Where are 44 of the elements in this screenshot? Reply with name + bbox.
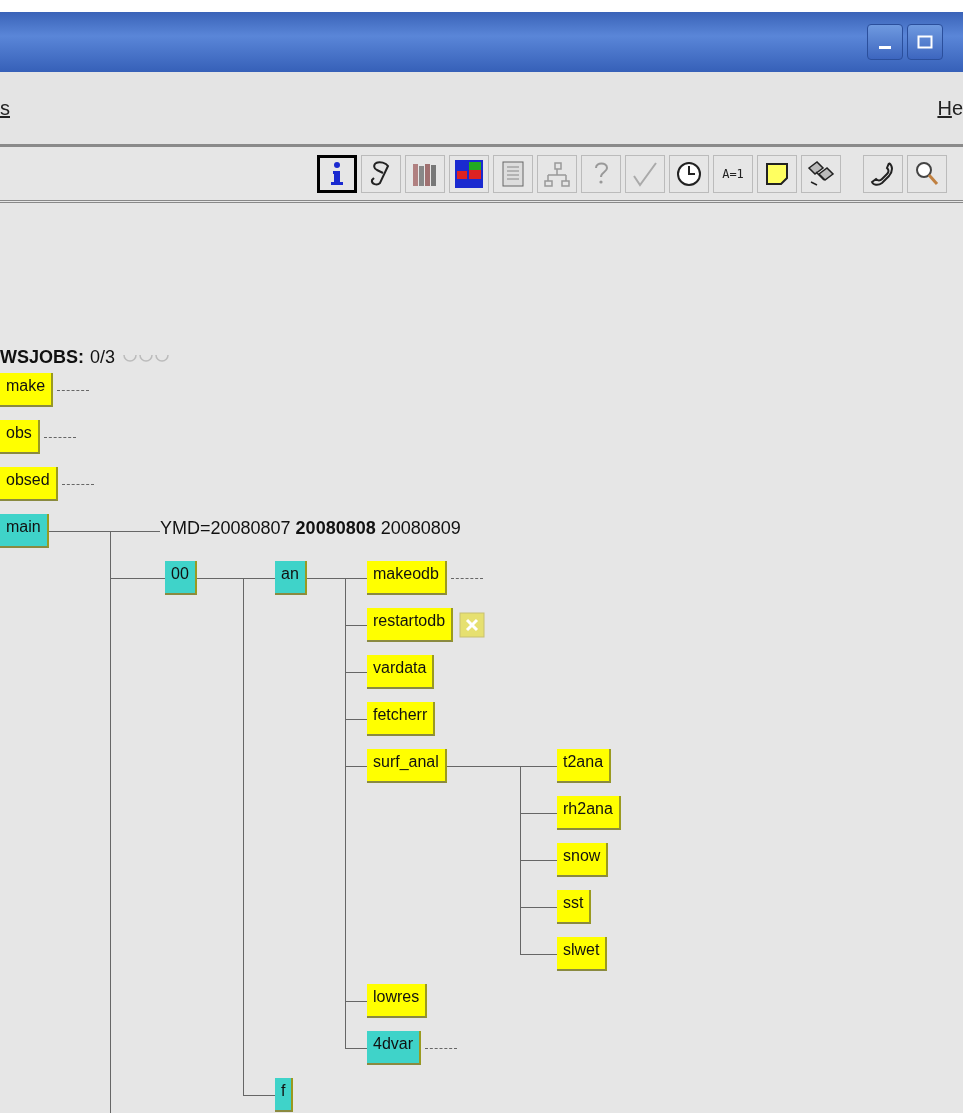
list-icon	[501, 159, 525, 188]
menu-item[interactable]: s	[0, 96, 10, 120]
task-node[interactable]: obs	[0, 420, 40, 454]
toolbar-button[interactable]	[907, 154, 947, 193]
task-node[interactable]: rh2ana	[557, 796, 621, 830]
color-grid-icon	[454, 158, 484, 189]
task-node[interactable]: t2ana	[557, 749, 612, 783]
task-node[interactable]: vardata	[367, 655, 435, 689]
clock-icon	[675, 159, 703, 188]
note-icon	[764, 160, 790, 187]
satellite-icon	[806, 159, 836, 188]
task-node[interactable]: make	[0, 373, 54, 407]
maximize-button[interactable]	[907, 24, 943, 60]
task-node[interactable]: snow	[557, 843, 609, 877]
toolbar-button[interactable]	[317, 154, 357, 193]
job-count: 0/3	[90, 347, 116, 368]
menu-item[interactable]: He	[937, 96, 963, 120]
task-node[interactable]: fetcherr	[367, 702, 436, 736]
toolbar-button[interactable]	[863, 154, 903, 193]
task-node[interactable]: surf_anal	[367, 749, 447, 783]
toolbar-button[interactable]	[669, 154, 709, 193]
task-node[interactable]: restartodb	[367, 608, 454, 642]
task-node[interactable]: lowres	[367, 984, 428, 1018]
suite-name: WSJOBS:	[0, 347, 84, 368]
repeat-dates: YMD=20080807 20080808 20080809	[160, 518, 461, 539]
task-node[interactable]: slwet	[557, 937, 608, 971]
minimize-button[interactable]	[867, 24, 903, 60]
task-node[interactable]: makeodb	[367, 561, 447, 595]
toolbar-button[interactable]	[801, 154, 841, 193]
tree-icon	[543, 159, 571, 188]
maximize-icon	[917, 35, 933, 49]
task-node[interactable]: main	[0, 514, 49, 548]
task-node[interactable]: 4dvar	[367, 1031, 422, 1065]
task-node[interactable]: sst	[557, 890, 592, 924]
toolbar-button[interactable]: A=1	[713, 154, 753, 193]
toolbar-button[interactable]	[361, 154, 401, 193]
minimize-icon	[879, 45, 891, 49]
task-node[interactable]: f	[275, 1078, 294, 1112]
task-node[interactable]: an	[275, 561, 307, 595]
toolbar-button[interactable]	[757, 154, 797, 193]
task-node[interactable]: 00	[165, 561, 197, 595]
task-node[interactable]: obsed	[0, 467, 58, 501]
search-icon	[914, 159, 940, 188]
toolbar-button[interactable]	[449, 154, 489, 193]
